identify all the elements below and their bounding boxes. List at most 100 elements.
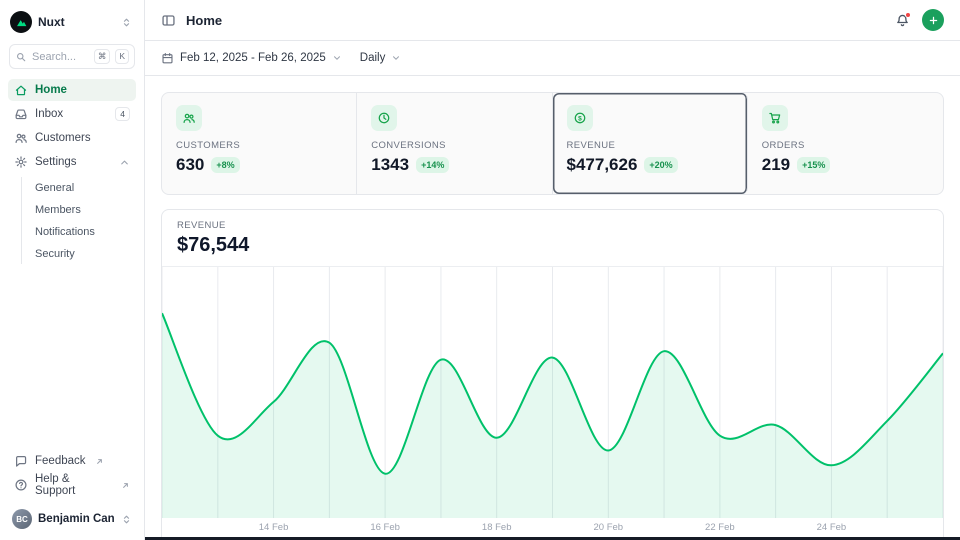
chat-bubble-icon — [14, 454, 28, 468]
stat-value: $477,626 — [567, 155, 638, 175]
x-axis-tick-label: 18 Feb — [482, 522, 512, 533]
sidebar-item-home[interactable]: Home — [8, 79, 136, 101]
search-icon — [15, 51, 27, 63]
stat-card-customers[interactable]: CUSTOMERS 630 +8% — [162, 93, 357, 194]
stat-value: 630 — [176, 155, 204, 175]
chevron-up-down-icon — [121, 17, 132, 28]
page-title: Home — [186, 13, 222, 28]
stat-delta-badge: +8% — [211, 157, 239, 173]
chevron-down-icon — [391, 53, 401, 63]
inbox-count-badge: 4 — [115, 107, 130, 121]
nuxt-logo-icon — [10, 11, 32, 33]
sidebar-item-members[interactable]: Members — [31, 199, 136, 220]
kbd-k: K — [115, 49, 129, 64]
sidebar: Nuxt Search... ⌘ K Home Inbox 4 — [0, 0, 145, 540]
toolbar: Feb 12, 2025 - Feb 26, 2025 Daily — [145, 41, 960, 76]
avatar: BC — [12, 509, 32, 529]
add-button[interactable] — [922, 9, 944, 31]
sub-item-label: Security — [35, 248, 75, 260]
kbd-meta: ⌘ — [94, 49, 111, 64]
clock-icon — [371, 105, 397, 131]
x-axis-tick-label: 16 Feb — [370, 522, 400, 533]
question-circle-icon — [14, 478, 28, 492]
user-name: Benjamin Canac — [38, 513, 115, 525]
svg-text:$: $ — [578, 115, 582, 122]
users-icon — [14, 131, 28, 145]
home-icon — [14, 83, 28, 97]
date-range-picker[interactable]: Feb 12, 2025 - Feb 26, 2025 — [161, 52, 342, 65]
x-axis-ticks: 14 Feb 16 Feb 18 Feb 20 Feb 22 Feb 24 Feb — [162, 522, 943, 536]
notifications-button[interactable] — [895, 13, 910, 28]
header-actions — [895, 9, 944, 31]
inbox-icon — [14, 107, 28, 121]
user-menu[interactable]: BC Benjamin Canac — [8, 506, 136, 532]
stat-delta-badge: +14% — [416, 157, 449, 173]
users-icon — [176, 105, 202, 131]
collapse-sidebar-icon[interactable] — [161, 13, 176, 28]
sidebar-item-customers[interactable]: Customers — [8, 127, 136, 149]
stat-delta-badge: +20% — [644, 157, 677, 173]
plus-icon — [928, 15, 939, 26]
x-axis-tick-label: 14 Feb — [259, 522, 289, 533]
chevron-up-down-icon — [121, 514, 132, 525]
calendar-icon — [161, 52, 174, 65]
stat-card-revenue[interactable]: $ REVENUE $477,626 +20% — [553, 93, 748, 194]
sidebar-item-label: Home — [35, 84, 67, 96]
sub-item-label: General — [35, 182, 74, 194]
sidebar-nav: Home Inbox 4 Customers Settings Ge — [8, 79, 136, 266]
sidebar-item-label: Settings — [35, 156, 77, 168]
revenue-chart-card: REVENUE $76,544 14 Feb 16 Feb 18 Feb 20 Feb… — [161, 209, 944, 540]
date-range-label: Feb 12, 2025 - Feb 26, 2025 — [180, 52, 326, 64]
external-link-icon — [121, 481, 130, 490]
stats-strip: CUSTOMERS 630 +8% CONVERSIONS 1343 +14% — [161, 92, 944, 195]
chart-header: REVENUE $76,544 — [162, 210, 943, 267]
workspace-switcher[interactable]: Nuxt — [8, 8, 136, 36]
chart-label: REVENUE — [177, 220, 928, 231]
external-link-icon — [95, 457, 104, 466]
revenue-area-chart[interactable] — [162, 267, 943, 518]
help-label: Help & Support — [35, 473, 112, 497]
chevron-up-icon — [119, 157, 130, 168]
dollar-icon: $ — [567, 105, 593, 131]
sidebar-item-inbox[interactable]: Inbox 4 — [8, 103, 136, 125]
x-axis-tick-label: 22 Feb — [705, 522, 735, 533]
main-header: Home — [145, 0, 960, 41]
stat-label: CONVERSIONS — [371, 140, 537, 151]
sidebar-item-label: Inbox — [35, 108, 63, 120]
stat-label: CUSTOMERS — [176, 140, 342, 151]
search-placeholder: Search... — [32, 51, 89, 63]
sub-item-label: Notifications — [35, 226, 95, 238]
sidebar-item-notifications[interactable]: Notifications — [31, 221, 136, 242]
search-input[interactable]: Search... ⌘ K — [9, 44, 135, 69]
sidebar-footer: Feedback Help & Support BC Benjamin Cana… — [8, 450, 136, 532]
interval-select[interactable]: Daily — [360, 52, 402, 64]
feedback-label: Feedback — [35, 455, 86, 467]
chart-value: $76,544 — [177, 234, 928, 257]
stat-value: 219 — [762, 155, 790, 175]
cart-icon — [762, 105, 788, 131]
x-axis-tick-label: 24 Feb — [817, 522, 847, 533]
sidebar-spacer — [8, 266, 136, 450]
main-area: Home Feb 12, 2025 - Feb 26, 2025 Daily — [145, 0, 960, 540]
sidebar-item-label: Customers — [35, 132, 91, 144]
sidebar-item-security[interactable]: Security — [31, 243, 136, 264]
help-support-link[interactable]: Help & Support — [8, 474, 136, 496]
feedback-link[interactable]: Feedback — [8, 450, 136, 472]
stat-card-orders[interactable]: ORDERS 219 +15% — [748, 93, 943, 194]
workspace-name: Nuxt — [38, 15, 115, 29]
stat-label: REVENUE — [567, 140, 733, 151]
stat-card-conversions[interactable]: CONVERSIONS 1343 +14% — [357, 93, 552, 194]
settings-sub-list: General Members Notifications Security — [21, 177, 136, 264]
stat-label: ORDERS — [762, 140, 929, 151]
gear-icon — [14, 155, 28, 169]
sub-item-label: Members — [35, 204, 81, 216]
sidebar-item-general[interactable]: General — [31, 177, 136, 198]
dashboard-content: CUSTOMERS 630 +8% CONVERSIONS 1343 +14% — [145, 76, 960, 540]
sidebar-item-settings[interactable]: Settings — [8, 151, 136, 173]
interval-label: Daily — [360, 52, 386, 64]
stat-value: 1343 — [371, 155, 409, 175]
notification-dot — [905, 12, 911, 18]
x-axis-tick-label: 20 Feb — [593, 522, 623, 533]
chevron-down-icon — [332, 53, 342, 63]
chart-body[interactable]: 14 Feb 16 Feb 18 Feb 20 Feb 22 Feb 24 Feb — [162, 267, 943, 540]
